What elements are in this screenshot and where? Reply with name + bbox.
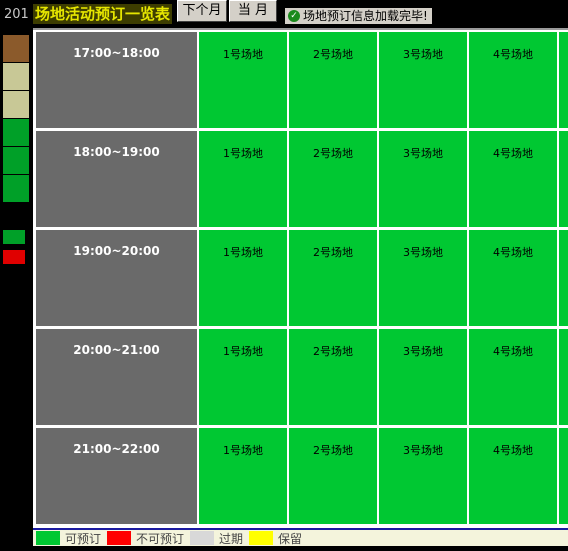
venue-cell-partial[interactable]: [559, 131, 568, 227]
venue-cell[interactable]: 1号场地: [199, 329, 287, 425]
left-strip-cell[interactable]: [3, 91, 29, 118]
time-slot-row: 19:00~20:00 1号场地 2号场地 3号场地 4号场地: [36, 230, 568, 326]
venue-cell[interactable]: 2号场地: [289, 428, 377, 524]
venue-cell[interactable]: 2号场地: [289, 230, 377, 326]
time-slot-label: 19:00~20:00: [36, 230, 197, 326]
legend-label: 可预订: [65, 531, 102, 546]
venue-cell[interactable]: 4号场地: [469, 428, 557, 524]
status-message-text: 场地预订信息加载完毕!: [303, 9, 428, 23]
time-slot-label: 21:00~22:00: [36, 428, 197, 524]
legend-label: 不可预订: [136, 531, 185, 546]
left-available-button[interactable]: [3, 230, 25, 244]
venue-cell[interactable]: 4号场地: [469, 230, 557, 326]
venue-cell[interactable]: 3号场地: [379, 131, 467, 227]
next-month-button[interactable]: 下个月: [177, 0, 227, 22]
booking-grid: 17:00~18:00 1号场地 2号场地 3号场地 4号场地 18:00~19:00 1号…: [33, 28, 568, 529]
time-slot-label: 18:00~19:00: [36, 131, 197, 227]
left-strip-cell[interactable]: [3, 119, 29, 146]
left-strip-cell[interactable]: [3, 175, 29, 202]
check-icon: ✓: [288, 10, 300, 22]
legend-swatch: [107, 531, 132, 545]
time-slot-row: 17:00~18:00 1号场地 2号场地 3号场地 4号场地: [36, 32, 568, 128]
legend-swatch: [249, 531, 274, 545]
venue-cell-partial[interactable]: [559, 428, 568, 524]
left-unavailable-button[interactable]: [3, 250, 25, 264]
venue-cell[interactable]: 4号场地: [469, 131, 557, 227]
legend: 可预订 不可预订 过期 保留: [33, 528, 568, 546]
venue-cell[interactable]: 3号场地: [379, 428, 467, 524]
left-strip-cell[interactable]: [3, 63, 29, 90]
title-year-fragment: 201: [4, 7, 29, 22]
legend-label: 过期: [219, 531, 244, 546]
left-strip-cell[interactable]: [3, 35, 29, 62]
time-slot-label: 17:00~18:00: [36, 32, 197, 128]
time-slot-row: 18:00~19:00 1号场地 2号场地 3号场地 4号场地: [36, 131, 568, 227]
venue-cell-partial[interactable]: [559, 32, 568, 128]
venue-cell[interactable]: 2号场地: [289, 329, 377, 425]
venue-cell[interactable]: 1号场地: [199, 428, 287, 524]
venue-cell[interactable]: 3号场地: [379, 329, 467, 425]
venue-cell[interactable]: 3号场地: [379, 32, 467, 128]
current-month-button[interactable]: 当 月: [229, 0, 277, 22]
venue-cell[interactable]: 2号场地: [289, 131, 377, 227]
page-title: 场地活动预订一览表: [33, 4, 173, 24]
venue-cell[interactable]: 3号场地: [379, 230, 467, 326]
venue-cell[interactable]: 2号场地: [289, 32, 377, 128]
left-strip-cell[interactable]: [3, 147, 29, 174]
time-slot-row: 21:00~22:00 1号场地 2号场地 3号场地 4号场地: [36, 428, 568, 524]
legend-swatch: [36, 531, 60, 545]
venue-cell[interactable]: 1号场地: [199, 230, 287, 326]
time-slot-row: 20:00~21:00 1号场地 2号场地 3号场地 4号场地: [36, 329, 568, 425]
venue-cell-partial[interactable]: [559, 230, 568, 326]
time-slot-label: 20:00~21:00: [36, 329, 197, 425]
legend-label: 保留: [278, 531, 303, 546]
venue-cell-partial[interactable]: [559, 329, 568, 425]
status-message: ✓ 场地预订信息加载完毕!: [285, 8, 432, 24]
venue-cell[interactable]: 1号场地: [199, 131, 287, 227]
venue-cell[interactable]: 4号场地: [469, 32, 557, 128]
venue-cell[interactable]: 1号场地: [199, 32, 287, 128]
venue-cell[interactable]: 4号场地: [469, 329, 557, 425]
left-panel: [3, 35, 29, 203]
legend-swatch: [190, 531, 215, 545]
